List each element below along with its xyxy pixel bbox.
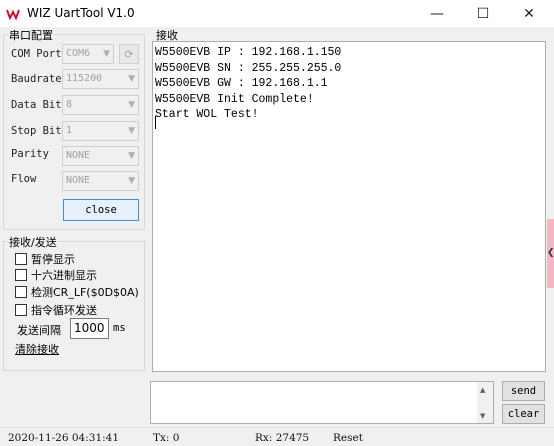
com-port-select[interactable]: COM6 ▼ — [62, 44, 114, 64]
wiz-logo-icon — [6, 9, 20, 20]
status-bar: 2020-11-26 04:31:41 Tx: 0 Rx: 27475 Rese… — [0, 427, 554, 446]
baudrate-value: 115200 — [66, 73, 103, 84]
receive-textarea[interactable]: W5500EVB IP : 192.168.1.150 W5500EVB SN … — [152, 41, 546, 372]
parity-label: Parity — [11, 148, 49, 160]
status-tx-count: Tx: 0 — [153, 432, 180, 444]
chevron-down-icon: ▼ — [128, 151, 135, 161]
hex-display-option[interactable]: 十六进制显示 — [15, 267, 97, 283]
data-bit-label: Data Bit — [11, 99, 62, 111]
window-title: WIZ UartTool V1.0 — [27, 6, 135, 20]
detect-crlf-option[interactable]: 检测CR_LF($0D$0A) — [15, 284, 139, 300]
send-scrollbar[interactable]: ▲ ▼ — [477, 382, 493, 423]
parity-value: NONE — [66, 150, 91, 161]
serial-config-title: 串口配置 — [8, 27, 54, 43]
chevron-left-icon: ❮ — [547, 248, 554, 258]
receive-line: W5500EVB IP : 192.168.1.150 — [155, 46, 342, 59]
hex-display-checkbox[interactable] — [15, 269, 27, 281]
chevron-down-icon: ▼ — [128, 176, 135, 186]
receive-line: W5500EVB Init Complete! — [155, 92, 314, 106]
text-caret — [155, 116, 156, 129]
data-bit-value: 8 — [66, 99, 73, 110]
title-bar: WIZ UartTool V1.0 — ☐ ✕ — [0, 0, 554, 27]
maximize-button[interactable]: ☐ — [460, 0, 506, 27]
stop-bit-value: 1 — [66, 125, 73, 136]
close-icon: ✕ — [523, 5, 535, 22]
flow-value: NONE — [66, 175, 91, 186]
detect-crlf-label: 检测CR_LF($0D$0A) — [31, 286, 139, 299]
chevron-down-icon: ▼ — [128, 74, 135, 84]
stop-bit-select[interactable]: 1 ▼ — [62, 121, 139, 141]
maximize-icon: ☐ — [476, 5, 490, 22]
baudrate-label: Baudrate — [11, 73, 62, 85]
loop-send-option[interactable]: 指令循环发送 — [15, 302, 97, 318]
minimize-icon: — — [430, 5, 444, 22]
stop-bit-label: Stop Bit — [11, 125, 62, 137]
clear-receive-link[interactable]: 清除接收 — [15, 341, 59, 357]
scroll-down-icon[interactable]: ▼ — [480, 412, 485, 420]
flow-select[interactable]: NONE ▼ — [62, 171, 139, 191]
interval-unit: ms — [113, 322, 126, 334]
status-datetime: 2020-11-26 04:31:41 — [8, 432, 120, 444]
close-port-button[interactable]: close — [63, 199, 139, 221]
flow-label: Flow — [11, 173, 37, 185]
pause-display-checkbox[interactable] — [15, 253, 27, 265]
baudrate-select[interactable]: 115200 ▼ — [62, 69, 139, 89]
pause-display-option[interactable]: 暂停显示 — [15, 251, 75, 267]
pause-display-label: 暂停显示 — [31, 253, 75, 266]
chevron-down-icon: ▼ — [103, 49, 110, 59]
detect-crlf-checkbox[interactable] — [15, 286, 27, 298]
parity-select[interactable]: NONE ▼ — [62, 146, 139, 166]
clear-send-button[interactable]: clear — [502, 404, 545, 424]
refresh-button[interactable]: ⟳ — [119, 44, 139, 64]
scroll-up-icon[interactable]: ▲ — [480, 386, 485, 394]
close-window-button[interactable]: ✕ — [506, 0, 552, 27]
send-recv-title: 接收/发送 — [8, 234, 58, 250]
com-port-value: COM6 — [66, 48, 91, 59]
reset-counter-button[interactable]: Reset — [333, 432, 363, 444]
status-rx-count: Rx: 27475 — [255, 432, 310, 444]
send-interval-input[interactable]: 1000 — [70, 318, 109, 339]
chevron-down-icon: ▼ — [128, 126, 135, 136]
send-button[interactable]: send — [502, 381, 545, 401]
chevron-down-icon: ▼ — [128, 100, 135, 110]
receive-line: Start WOL Test! — [155, 108, 259, 122]
receive-line: W5500EVB GW : 192.168.1.1 — [155, 77, 328, 91]
send-textarea[interactable] — [150, 381, 494, 424]
loop-send-checkbox[interactable] — [15, 304, 27, 316]
hex-display-label: 十六进制显示 — [31, 269, 97, 282]
data-bit-select[interactable]: 8 ▼ — [62, 95, 139, 115]
refresh-icon: ⟳ — [124, 47, 134, 61]
send-interval-label: 发送间隔 — [17, 324, 61, 337]
loop-send-label: 指令循环发送 — [31, 304, 97, 317]
com-port-label: COM Port — [11, 48, 62, 60]
receive-line: W5500EVB SN : 255.255.255.0 — [155, 61, 342, 75]
minimize-button[interactable]: — — [414, 0, 460, 27]
